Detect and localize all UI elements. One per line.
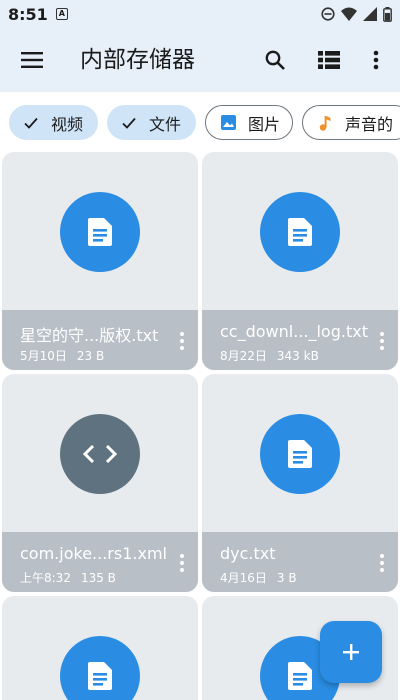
file-info: cc_downl..._log.txt 8月22日 343 kB xyxy=(202,310,398,370)
file-name: dyc.txt xyxy=(220,544,276,563)
file-meta: 8月22日 343 kB xyxy=(220,347,329,364)
file-date: 上午8:32 xyxy=(20,571,71,585)
status-time: 8:51 xyxy=(8,4,48,24)
chip-video[interactable]: 视频 xyxy=(9,105,98,140)
file-name: cc_downl..._log.txt xyxy=(220,322,368,341)
status-bar: 8:51 A xyxy=(0,0,400,28)
file-size: 23 B xyxy=(76,349,105,363)
chip-label: 图片 xyxy=(248,114,281,134)
file-grid: 星空的守...版权.txt 5月10日 23 B cc_downl..._log.… xyxy=(0,152,400,700)
file-card[interactable] xyxy=(2,596,198,700)
file-card[interactable]: com.joke...rs1.xml 上午8:32 135 B xyxy=(2,374,198,592)
file-date: 5月10日 xyxy=(20,349,67,363)
search-icon xyxy=(265,50,285,70)
chip-audio[interactable]: 声音的 xyxy=(302,105,400,140)
file-date: 4月16日 xyxy=(220,571,267,585)
file-more-button[interactable] xyxy=(172,324,192,358)
file-info: com.joke...rs1.xml 上午8:32 135 B xyxy=(2,532,198,592)
wifi-icon xyxy=(341,7,357,21)
chip-files[interactable]: 文件 xyxy=(107,105,196,140)
file-date: 8月22日 xyxy=(220,349,267,363)
file-name: com.joke...rs1.xml xyxy=(20,544,167,563)
search-button[interactable] xyxy=(254,28,296,92)
image-icon xyxy=(220,115,236,131)
file-type-circle xyxy=(60,636,140,700)
menu-button[interactable] xyxy=(10,28,54,92)
file-more-button[interactable] xyxy=(372,546,392,580)
file-meta: 上午8:32 135 B xyxy=(20,569,126,586)
add-fab-button[interactable] xyxy=(320,621,382,683)
view-list-button[interactable] xyxy=(308,28,350,92)
signal-icon xyxy=(363,7,377,21)
file-name: 星空的守...版权.txt xyxy=(20,326,159,345)
document-icon xyxy=(288,662,312,690)
file-type-circle xyxy=(260,192,340,272)
status-icons xyxy=(321,6,392,22)
filter-chips: 视频 文件 图片 声音的 xyxy=(0,92,400,152)
battery-icon xyxy=(383,6,392,22)
check-icon xyxy=(121,115,137,131)
chip-images[interactable]: 图片 xyxy=(205,105,293,140)
document-icon xyxy=(288,440,312,468)
music-note-icon xyxy=(317,115,333,131)
file-info: dyc.txt 4月16日 3 B xyxy=(202,532,398,592)
code-icon xyxy=(83,444,117,464)
document-icon xyxy=(88,218,112,246)
file-size: 3 B xyxy=(276,571,297,585)
notification-a-icon: A xyxy=(55,8,68,20)
document-icon xyxy=(288,218,312,246)
overflow-menu-button[interactable] xyxy=(362,28,390,92)
file-type-circle xyxy=(60,192,140,272)
chip-label: 文件 xyxy=(149,114,182,134)
file-meta: 5月10日 23 B xyxy=(20,347,114,364)
file-card[interactable]: cc_downl..._log.txt 8月22日 343 kB xyxy=(202,152,398,370)
file-size: 135 B xyxy=(80,571,116,585)
file-card[interactable]: 星空的守...版权.txt 5月10日 23 B xyxy=(2,152,198,370)
page-title: 内部存储器 xyxy=(80,47,195,73)
file-type-circle xyxy=(60,414,140,494)
app-bar: 内部存储器 xyxy=(0,28,400,92)
file-more-button[interactable] xyxy=(172,546,192,580)
file-more-button[interactable] xyxy=(372,324,392,358)
document-icon xyxy=(88,662,112,690)
file-type-circle xyxy=(260,414,340,494)
do-not-disturb-icon xyxy=(321,7,335,21)
check-icon xyxy=(23,115,39,131)
menu-icon xyxy=(21,52,43,68)
file-meta: 4月16日 3 B xyxy=(220,569,307,586)
view-list-icon xyxy=(318,51,340,69)
file-card[interactable]: dyc.txt 4月16日 3 B xyxy=(202,374,398,592)
plus-icon xyxy=(343,644,359,660)
file-info: 星空的守...版权.txt 5月10日 23 B xyxy=(2,310,198,370)
file-size: 343 kB xyxy=(276,349,319,363)
more-vert-icon xyxy=(373,50,379,70)
chip-label: 声音的 xyxy=(345,114,394,134)
chip-label: 视频 xyxy=(51,114,84,134)
